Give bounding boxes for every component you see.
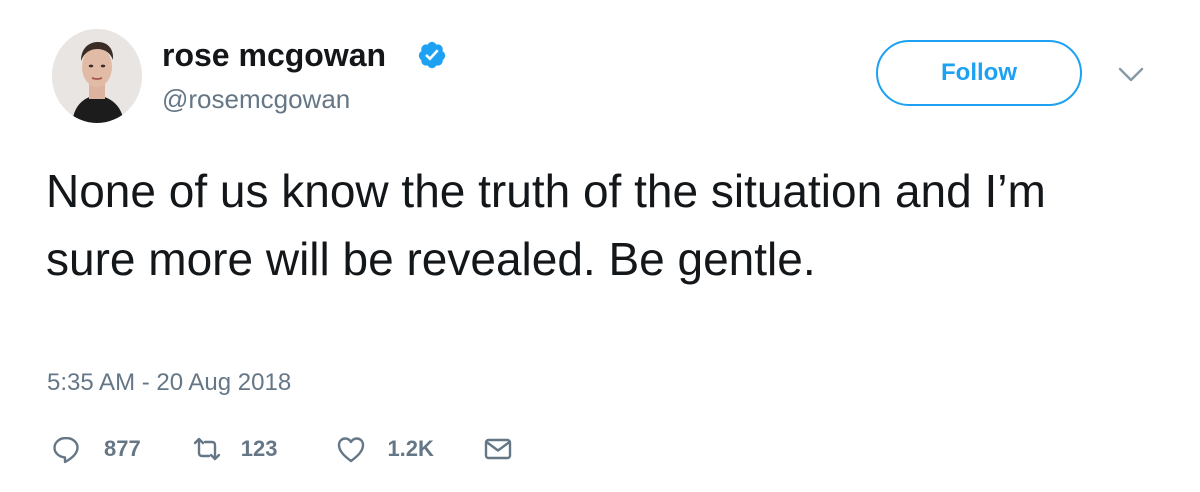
tweet-actions: 877 123 1.2K <box>50 432 514 466</box>
chevron-down-icon[interactable] <box>1117 64 1145 86</box>
direct-message-button[interactable] <box>482 433 514 465</box>
tweet-text: None of us know the truth of the situati… <box>46 165 1046 285</box>
envelope-icon <box>482 433 514 465</box>
retweet-button[interactable]: 123 <box>191 433 278 465</box>
tweet-card: rose mcgowan @rosemcgowan Follow None of… <box>0 0 1200 492</box>
retweet-count: 123 <box>240 436 278 461</box>
user-handle[interactable]: @rosemcgowan <box>162 83 350 115</box>
reply-icon <box>50 433 82 465</box>
display-name[interactable]: rose mcgowan <box>162 35 386 75</box>
like-button[interactable]: 1.2K <box>335 433 434 465</box>
like-count: 1.2K <box>387 436 434 461</box>
tweet-timestamp[interactable]: 5:35 AM - 20 Aug 2018 <box>47 368 291 398</box>
reply-count: 877 <box>104 436 141 461</box>
avatar[interactable] <box>52 29 142 123</box>
reply-button[interactable]: 877 <box>50 433 141 465</box>
avatar-photo <box>52 29 142 123</box>
retweet-icon <box>191 433 223 465</box>
heart-icon <box>335 433 367 465</box>
follow-button[interactable]: Follow <box>876 40 1082 106</box>
verified-badge-icon <box>417 40 447 70</box>
